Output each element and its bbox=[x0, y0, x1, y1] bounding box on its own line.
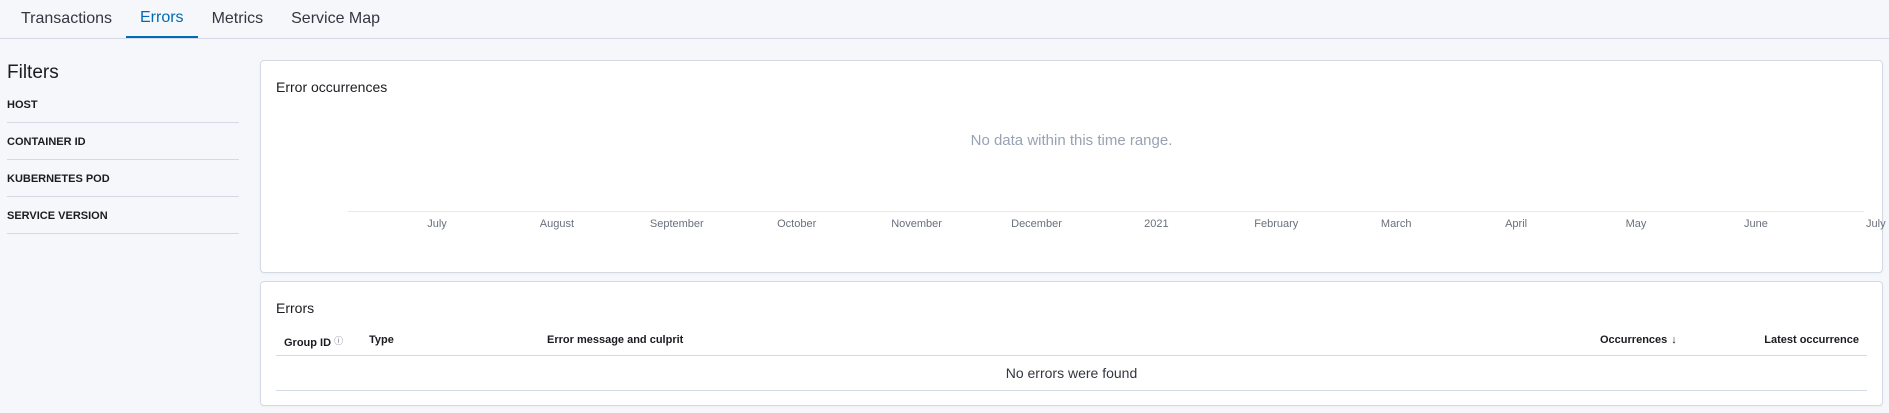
column-group-id[interactable]: Group ID ⓘ bbox=[284, 334, 343, 349]
column-group-id-label: Group ID bbox=[284, 337, 332, 349]
tab-service-map[interactable]: Service Map bbox=[277, 0, 394, 38]
filter-host[interactable]: HOST bbox=[7, 92, 239, 123]
x-axis-tick-label: July bbox=[1866, 218, 1886, 230]
tab-transactions[interactable]: Transactions bbox=[7, 0, 126, 38]
chart-empty-message: No data within this time range. bbox=[970, 132, 1173, 149]
filters-title: Filters bbox=[7, 62, 59, 83]
errors-empty-message: No errors were found bbox=[276, 356, 1867, 391]
x-axis-tick-label: December bbox=[1011, 218, 1062, 230]
x-axis-tick-label: April bbox=[1505, 218, 1528, 230]
x-axis-tick-label: June bbox=[1743, 218, 1768, 230]
question-circle-icon[interactable]: ⓘ bbox=[334, 336, 343, 346]
x-axis-tick-label: November bbox=[891, 218, 942, 230]
x-axis-line bbox=[348, 211, 1864, 212]
filter-kubernetes-pod[interactable]: KUBERNETES POD bbox=[7, 160, 239, 197]
tab-errors[interactable]: Errors bbox=[126, 0, 198, 38]
tab-bar: Transactions Errors Metrics Service Map bbox=[0, 0, 1889, 39]
filters-sidebar: Filters HOST CONTAINER ID KUBERNETES POD… bbox=[7, 62, 239, 234]
x-axis-tick-label: March bbox=[1380, 218, 1412, 230]
errors-table-header: Group ID ⓘ Type Error message and culprit… bbox=[276, 329, 1867, 356]
column-occurrences-label: Occurrences bbox=[1600, 334, 1668, 346]
tab-metrics[interactable]: Metrics bbox=[198, 0, 278, 38]
filter-service-version[interactable]: SERVICE VERSION bbox=[7, 197, 239, 234]
x-axis-tick-label: September bbox=[649, 218, 704, 230]
column-error-message[interactable]: Error message and culprit bbox=[547, 334, 683, 346]
x-axis-tick-label: May bbox=[1625, 218, 1647, 230]
column-occurrences[interactable]: Occurrences ↓ bbox=[1600, 334, 1677, 346]
x-axis-tick-label: October bbox=[777, 218, 817, 230]
filter-container-id[interactable]: CONTAINER ID bbox=[7, 123, 239, 160]
errors-panel: Errors Group ID ⓘ Type Error message and … bbox=[260, 281, 1883, 406]
error-occurrences-title: Error occurrences bbox=[276, 79, 388, 95]
errors-title: Errors bbox=[276, 300, 315, 316]
error-occurrences-panel: Error occurrences No data within this ti… bbox=[260, 60, 1886, 273]
x-axis-tick-label: 2021 bbox=[1144, 218, 1169, 230]
column-type[interactable]: Type bbox=[369, 334, 394, 346]
x-axis-tick-label: August bbox=[539, 218, 575, 230]
x-axis-tick-label: February bbox=[1254, 218, 1299, 230]
x-axis-tick-label: July bbox=[427, 218, 447, 230]
arrow-down-icon: ↓ bbox=[1671, 334, 1677, 346]
column-latest-occurrence[interactable]: Latest occurrence bbox=[1764, 334, 1859, 346]
